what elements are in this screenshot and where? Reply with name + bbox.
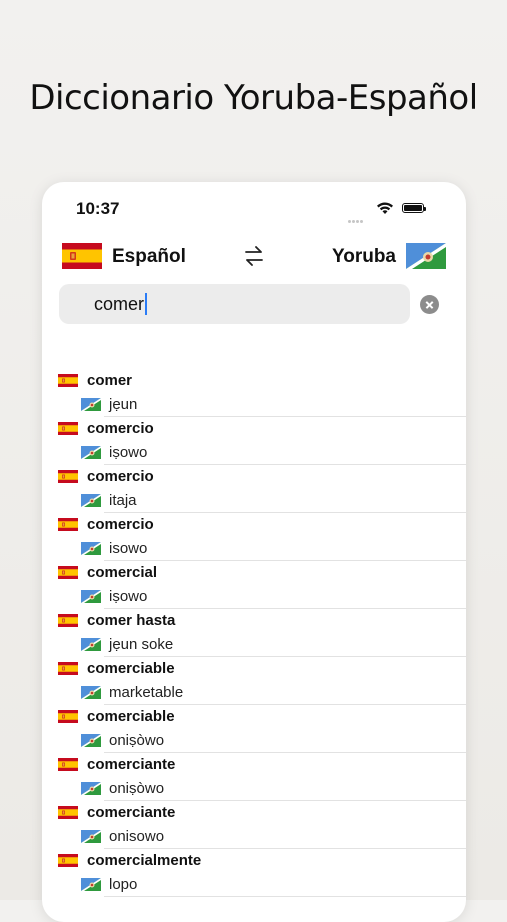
swap-languages-icon[interactable] [242,244,266,268]
row-divider [104,896,466,897]
results-list: comer jẹun comercio iṣowo comercio itaja [42,369,466,897]
yoruba-word: itaja [109,492,137,509]
yoruba-flag-icon [81,494,101,507]
yoruba-word: iṣowo [109,444,148,461]
spain-flag-icon [58,854,78,867]
yoruba-word: oniṣòwo [109,780,165,797]
spain-flag-icon [58,374,78,387]
result-item[interactable]: comercialmente lopo [42,849,466,897]
cellular-signal-icon [348,210,368,223]
yoruba-word: jẹun soke [109,636,174,653]
spanish-word: comerciable [87,660,175,677]
yoruba-flag-icon [81,734,101,747]
spanish-word: comercio [87,420,154,437]
spanish-word: comercial [87,564,158,581]
yoruba-flag-icon [81,446,101,459]
status-time: 10:37 [76,199,120,218]
yoruba-flag-icon [406,243,446,269]
battery-icon [402,203,426,213]
result-item[interactable]: comercio iṣowo [42,417,466,465]
phone-screen: 10:37 Español Yoruba comer comer jẹun co… [42,182,466,922]
spanish-word: comercialmente [87,852,202,869]
yoruba-word: marketable [109,684,184,701]
spanish-word: comercio [87,516,154,533]
result-item[interactable]: comercio isowo [42,513,466,561]
yoruba-flag-icon [81,542,101,555]
spanish-word: comer hasta [87,612,176,629]
spain-flag-icon [58,422,78,435]
spain-flag-icon [58,806,78,819]
result-item[interactable]: comer jẹun [42,369,466,417]
yoruba-word: jẹun [109,396,138,413]
spanish-word: comercio [87,468,154,485]
clear-search-icon[interactable] [420,295,439,314]
yoruba-word: oniṣòwo [109,732,165,749]
spain-flag-icon [58,758,78,771]
wifi-icon [377,202,393,214]
result-item[interactable]: comerciante oniṣòwo [42,753,466,801]
page-headline: Diccionario Yoruba-Español [29,78,478,118]
yoruba-flag-icon [81,782,101,795]
spanish-word: comerciable [87,708,175,725]
yoruba-word: isowo [109,540,148,557]
spanish-word: comer [87,372,133,389]
spain-flag-icon [58,566,78,579]
yoruba-flag-icon [81,590,101,603]
result-item[interactable]: comercial iṣowo [42,561,466,609]
language-selector: Español Yoruba [62,242,446,272]
spain-flag-icon [58,710,78,723]
yoruba-flag-icon [81,830,101,843]
yoruba-word: iṣowo [109,588,148,605]
text-cursor [145,292,148,315]
search-input[interactable]: comer [59,284,410,324]
spain-flag-icon [58,470,78,483]
result-item[interactable]: comerciable oniṣòwo [42,705,466,753]
result-item[interactable]: comerciable marketable [42,657,466,705]
search-input-value: comer [94,294,145,314]
yoruba-word: onisowo [109,828,165,845]
yoruba-flag-icon [81,398,101,411]
yoruba-flag-icon [81,686,101,699]
yoruba-word: lopo [109,876,138,893]
spain-flag-icon [58,662,78,675]
result-item[interactable]: comerciante onisowo [42,801,466,849]
spanish-word: comerciante [87,756,176,773]
spain-flag-icon [62,243,102,269]
result-item[interactable]: comercio itaja [42,465,466,513]
spain-flag-icon [58,518,78,531]
spain-flag-icon [58,614,78,627]
yoruba-flag-icon [81,878,101,891]
yoruba-flag-icon [81,638,101,651]
target-language-label[interactable]: Yoruba [332,246,396,268]
source-language-label[interactable]: Español [112,246,186,268]
result-item[interactable]: comer hasta jẹun soke [42,609,466,657]
spanish-word: comerciante [87,804,176,821]
